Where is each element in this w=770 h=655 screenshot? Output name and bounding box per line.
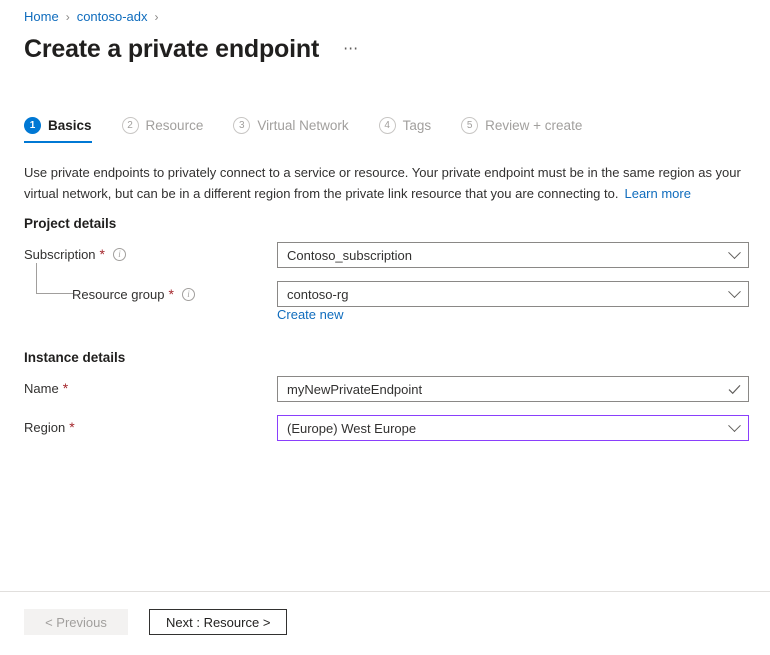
name-label: Name * — [24, 381, 68, 396]
breadcrumb-separator-icon-2: › — [155, 8, 159, 26]
name-required-asterisk: * — [63, 382, 68, 395]
tab-tags[interactable]: 4 Tags — [379, 117, 432, 143]
region-dropdown[interactable]: (Europe) West Europe — [277, 415, 749, 441]
info-icon[interactable]: i — [182, 288, 195, 301]
page-title-row: Create a private endpoint ⋯ — [24, 33, 364, 65]
subscription-label: Subscription * i — [24, 247, 126, 262]
page-title: Create a private endpoint — [24, 33, 319, 65]
tab-review-create-label: Review + create — [485, 117, 582, 134]
resource-group-label-text: Resource group — [72, 287, 165, 302]
region-label: Region * — [24, 420, 75, 435]
resource-group-required-asterisk: * — [169, 288, 174, 301]
tab-resource-label: Resource — [146, 117, 204, 134]
next-resource-button[interactable]: Next : Resource > — [149, 609, 287, 635]
create-new-resource-group-link[interactable]: Create new — [277, 307, 343, 322]
name-value: myNewPrivateEndpoint — [278, 382, 720, 397]
subscription-dropdown[interactable]: Contoso_subscription — [277, 242, 749, 268]
name-label-text: Name — [24, 381, 59, 396]
name-input[interactable]: myNewPrivateEndpoint — [277, 376, 749, 402]
wizard-tabs: 1 Basics 2 Resource 3 Virtual Network 4 … — [24, 117, 612, 143]
info-icon[interactable]: i — [113, 248, 126, 261]
footer-actions: < Previous Next : Resource > — [24, 609, 287, 635]
tab-virtual-network[interactable]: 3 Virtual Network — [233, 117, 348, 143]
breadcrumb-separator-icon: › — [66, 8, 70, 26]
checkmark-icon — [720, 384, 748, 395]
more-options-icon[interactable]: ⋯ — [339, 33, 364, 65]
tab-virtual-network-label: Virtual Network — [257, 117, 348, 134]
subscription-required-asterisk: * — [100, 248, 105, 261]
tab-basics-label: Basics — [48, 117, 92, 134]
section-heading-project-details: Project details — [24, 216, 116, 231]
tab-tags-label: Tags — [403, 117, 432, 134]
tab-basics-number: 1 — [24, 117, 41, 134]
resource-group-label: Resource group * i — [72, 287, 195, 302]
learn-more-link[interactable]: Learn more — [624, 186, 690, 201]
previous-button[interactable]: < Previous — [24, 609, 128, 635]
subscription-value: Contoso_subscription — [278, 248, 720, 263]
section-heading-instance-details: Instance details — [24, 350, 125, 365]
resource-group-value: contoso-rg — [278, 287, 720, 302]
resource-group-dropdown[interactable]: contoso-rg — [277, 281, 749, 307]
tab-review-create-number: 5 — [461, 117, 478, 134]
region-value: (Europe) West Europe — [278, 421, 720, 436]
tab-basics[interactable]: 1 Basics — [24, 117, 92, 143]
tab-review-create[interactable]: 5 Review + create — [461, 117, 582, 143]
region-required-asterisk: * — [69, 421, 74, 434]
footer-divider — [0, 591, 770, 592]
chevron-down-icon — [720, 251, 748, 260]
breadcrumb-item-contoso-adx[interactable]: contoso-adx — [77, 8, 148, 26]
breadcrumb: Home › contoso-adx › — [24, 8, 166, 26]
chevron-down-icon — [720, 424, 748, 433]
tab-resource[interactable]: 2 Resource — [122, 117, 204, 143]
tab-resource-number: 2 — [122, 117, 139, 134]
chevron-down-icon — [720, 290, 748, 299]
tab-tags-number: 4 — [379, 117, 396, 134]
page-description: Use private endpoints to privately conne… — [24, 162, 754, 204]
subscription-label-text: Subscription — [24, 247, 96, 262]
region-label-text: Region — [24, 420, 65, 435]
breadcrumb-item-home[interactable]: Home — [24, 8, 59, 26]
tree-connector-line — [36, 263, 73, 294]
tab-virtual-network-number: 3 — [233, 117, 250, 134]
